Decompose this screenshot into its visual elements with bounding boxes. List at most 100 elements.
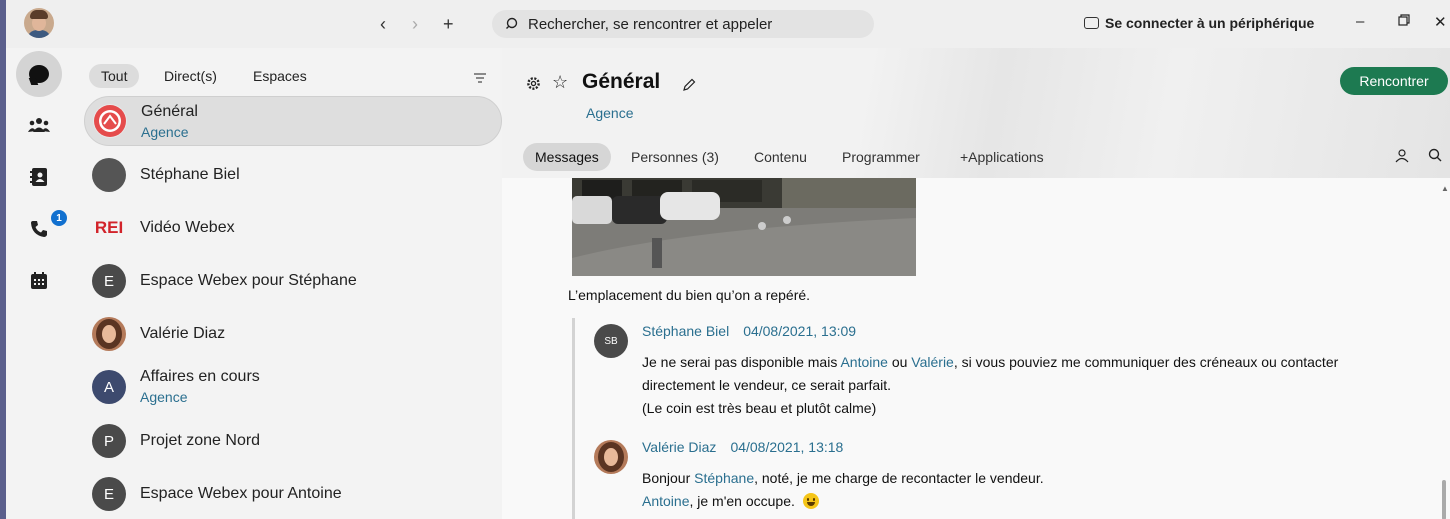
maximize-button[interactable] — [1398, 13, 1410, 30]
chevron-right-icon: › — [412, 14, 418, 34]
edit-title-button[interactable] — [682, 78, 696, 97]
chat-icon — [29, 65, 49, 83]
star-icon: ☆ — [552, 72, 569, 92]
avatar: A — [92, 370, 126, 404]
forward-button[interactable]: › — [412, 14, 418, 34]
message-text: directement le vendeur, ce serait parfai… — [642, 377, 892, 393]
pin-icon — [1395, 149, 1409, 163]
phone-icon — [31, 221, 47, 237]
conversation-item[interactable]: A Affaires en cours Agence — [84, 362, 502, 412]
rail-contacts[interactable] — [16, 154, 62, 200]
settings-button[interactable] — [526, 76, 541, 96]
tab-apps[interactable]: +Applications — [948, 143, 1056, 171]
thread-line — [572, 318, 575, 519]
connect-device-button[interactable]: Se connecter à un périphérique — [1084, 15, 1314, 31]
rail-messaging[interactable] — [16, 51, 62, 97]
space-logo-icon — [94, 105, 126, 137]
avatar[interactable]: SB — [594, 324, 628, 358]
mention[interactable]: Antoine — [642, 493, 689, 509]
conversation-list: Tout Direct(s) Espaces Général Agence St… — [70, 48, 506, 519]
author-name[interactable]: Stéphane Biel — [642, 323, 729, 339]
message-text: Je ne serai pas disponible mais Antoine … — [642, 354, 1338, 370]
space-team[interactable]: Agence — [586, 105, 633, 121]
search-input[interactable]: Rechercher, se rencontrer et appeler — [492, 10, 874, 38]
new-button[interactable]: + — [443, 14, 454, 34]
shared-photo[interactable] — [572, 178, 916, 276]
message-text: Antoine, je m'en occupe. — [642, 493, 819, 509]
navigation-rail: 1 — [6, 48, 70, 519]
search-icon — [506, 17, 518, 29]
user-avatar[interactable] — [24, 8, 54, 38]
mention[interactable]: Valérie — [911, 354, 954, 370]
conversation-item[interactable]: E Espace Webex pour Stéphane — [84, 256, 502, 306]
filter-direct[interactable]: Direct(s) — [152, 64, 229, 88]
minimize-button[interactable]: – — [1356, 13, 1364, 30]
conversation-item[interactable]: Stéphane Biel — [84, 150, 502, 200]
smiley-emoji-icon — [802, 493, 819, 509]
calendar-icon — [31, 272, 47, 289]
mention[interactable]: Antoine — [840, 354, 887, 370]
avatar: E — [92, 264, 126, 298]
message-date: 04/08/2021, 13:09 — [743, 323, 857, 339]
conversation-name: Espace Webex pour Antoine — [140, 485, 342, 502]
plus-icon: + — [443, 14, 454, 34]
close-icon: ✕ — [1434, 14, 1447, 31]
scrollbar-thumb[interactable] — [1442, 480, 1446, 519]
mention[interactable]: Stéphane — [694, 470, 754, 486]
message-header: Valérie Diaz 04/08/2021, 13:18 — [642, 439, 843, 455]
text-run: , je m'en occupe. — [689, 493, 795, 509]
avatar — [92, 158, 126, 192]
scrollbar[interactable]: ▲ — [1440, 184, 1449, 519]
avatar: P — [92, 424, 126, 458]
tab-messages[interactable]: Messages — [523, 143, 611, 171]
filter-all[interactable]: Tout — [89, 64, 140, 88]
pinned-button[interactable] — [1394, 149, 1410, 168]
text-run: , si vous pouviez me communiquer des cré… — [953, 354, 1339, 370]
search-placeholder: Rechercher, se rencontrer et appeler — [528, 15, 773, 33]
conversation-item[interactable]: P Projet zone Nord — [84, 416, 502, 466]
back-button[interactable]: ‹ — [380, 14, 386, 34]
message-date: 04/08/2021, 13:18 — [730, 439, 844, 455]
rail-teams[interactable] — [16, 102, 62, 148]
rail-calendar[interactable] — [16, 258, 62, 304]
close-button[interactable]: ✕ — [1434, 13, 1447, 31]
rail-calling[interactable]: 1 — [16, 206, 67, 252]
device-icon — [1084, 17, 1099, 29]
conversation-name: Espace Webex pour Stéphane — [140, 272, 357, 289]
conversation-item[interactable]: Général Agence — [84, 96, 502, 146]
missed-calls-badge: 1 — [51, 210, 67, 226]
conversation-name: Affaires en cours — [140, 368, 260, 385]
space-avatar — [93, 104, 127, 138]
message-stream: L’emplacement du bien qu’on a repéré. SB… — [502, 178, 1450, 519]
app-window: ‹ › + Rechercher, se rencontrer et appel… — [6, 0, 1450, 519]
restore-icon — [1398, 14, 1410, 26]
conversation-name: Valérie Diaz — [140, 325, 226, 342]
teams-icon — [28, 118, 50, 132]
filter-icon[interactable] — [474, 70, 486, 88]
tab-content[interactable]: Contenu — [742, 143, 819, 171]
filter-spaces[interactable]: Espaces — [241, 64, 319, 88]
text-run: , noté, je me charge de recontacter le v… — [754, 470, 1044, 486]
meet-button[interactable]: Rencontrer — [1340, 67, 1448, 95]
conversation-item[interactable]: Valérie Diaz — [84, 309, 502, 359]
avatar[interactable] — [594, 440, 628, 474]
tab-schedule[interactable]: Programmer — [830, 143, 932, 171]
avatar: E — [92, 477, 126, 511]
space-title: Général — [582, 70, 661, 93]
rei-logo: REI — [94, 218, 124, 237]
search-in-space-button[interactable] — [1428, 148, 1442, 167]
favorite-button[interactable]: ☆ — [552, 72, 568, 93]
conversation-name: Projet zone Nord — [140, 432, 261, 449]
tab-people[interactable]: Personnes (3) — [619, 143, 731, 171]
avatar — [92, 317, 126, 351]
space-content: ☆ Général Agence Rencontrer Messages Per… — [502, 48, 1450, 519]
message-header: Stéphane Biel 04/08/2021, 13:09 — [642, 323, 856, 339]
conversation-item[interactable]: E Espace Webex pour Antoine — [84, 469, 502, 519]
space-header: ☆ Général Agence Rencontrer Messages Per… — [502, 48, 1450, 178]
gear-icon — [527, 77, 540, 90]
conversation-item[interactable]: REI Vidéo Webex — [84, 203, 502, 253]
conversation-team: Agence — [141, 124, 189, 140]
author-name[interactable]: Valérie Diaz — [642, 439, 716, 455]
conversation-team: Agence — [140, 389, 188, 405]
text-run: Je ne serai pas disponible mais — [642, 354, 841, 370]
